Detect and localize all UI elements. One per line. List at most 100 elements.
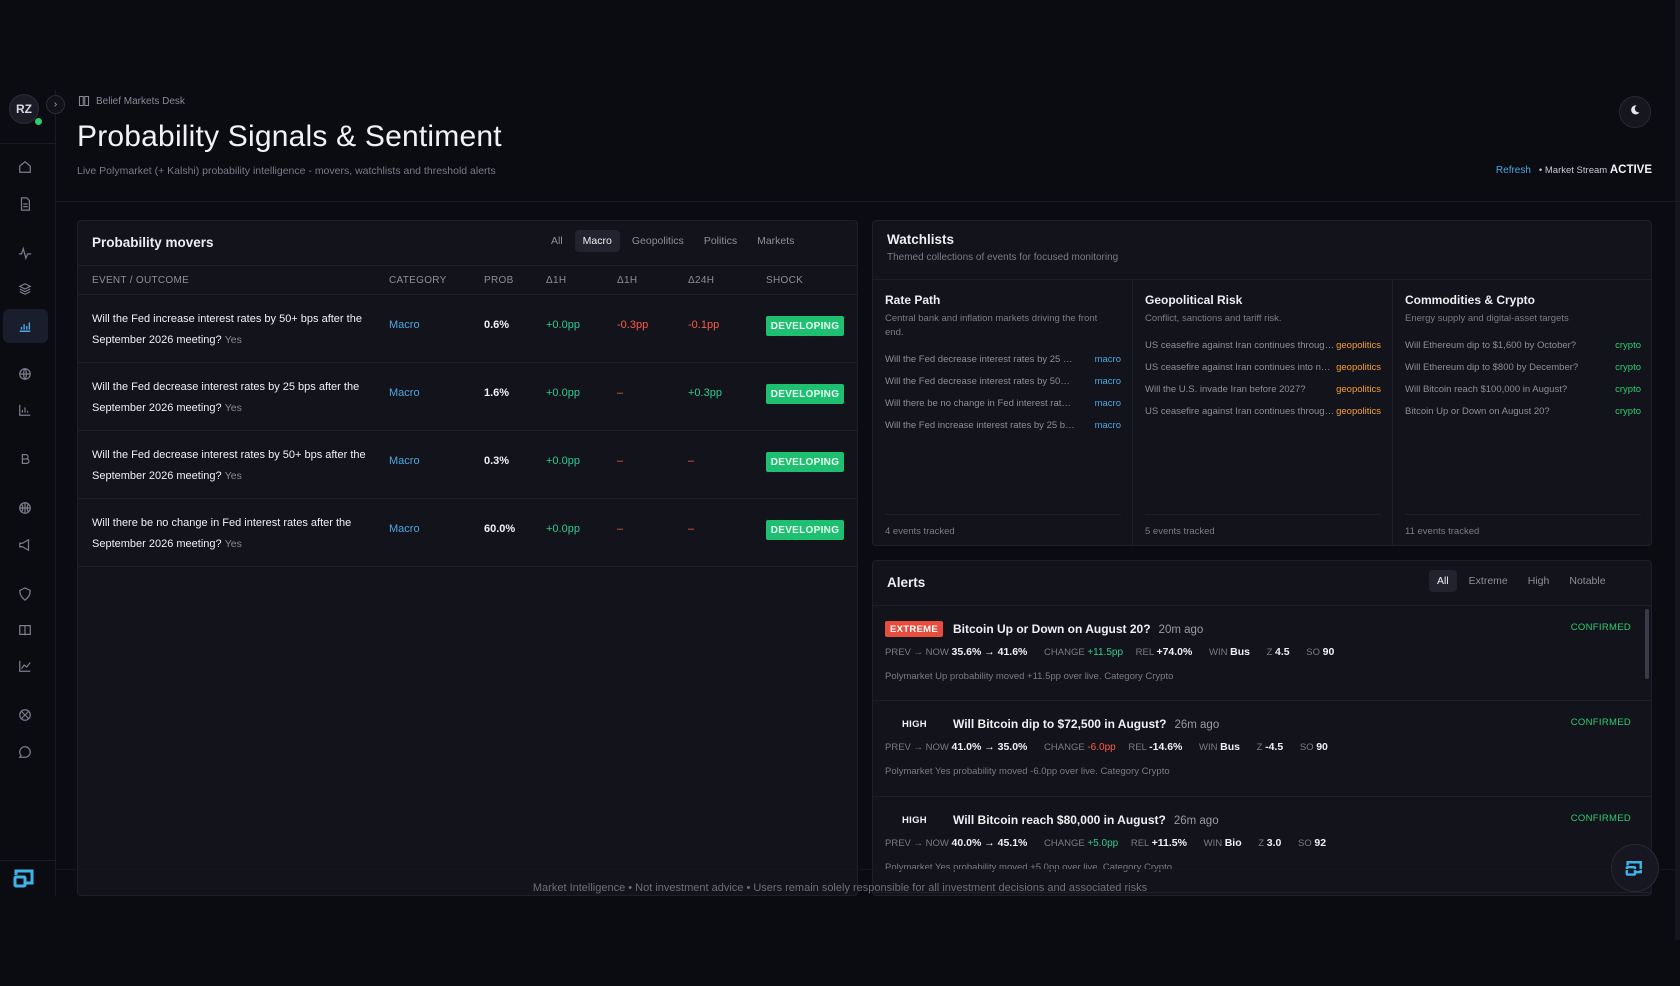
filter-geopolitics[interactable]: Geopolitics bbox=[624, 230, 692, 252]
watchlist-item[interactable]: Will Ethereum dip to $800 by December? cr… bbox=[1405, 362, 1641, 373]
bitcoin-icon[interactable] bbox=[14, 448, 36, 470]
event-question: Will there be no change in Fed interest … bbox=[92, 513, 382, 555]
item-name: US ceasefire against Iran continues thro… bbox=[1145, 406, 1335, 417]
analytics-icon[interactable] bbox=[14, 399, 36, 421]
watchlist-item[interactable]: Will the Fed decrease interest rates by … bbox=[885, 354, 1121, 365]
outcome-label: Yes bbox=[224, 334, 242, 346]
filter-extreme[interactable]: Extreme bbox=[1461, 570, 1516, 592]
watchlist-item[interactable]: US ceasefire against Iran continues thro… bbox=[1145, 406, 1381, 417]
label-prev-now: PREV → NOW bbox=[885, 647, 949, 658]
item-tag: macro bbox=[1094, 354, 1121, 365]
breadcrumb[interactable]: Belief Markets Desk bbox=[78, 95, 185, 107]
filter-notable[interactable]: Notable bbox=[1561, 570, 1613, 592]
table-row[interactable]: Will there be no change in Fed interest … bbox=[78, 499, 857, 567]
table-row[interactable]: Will the Fed decrease interest rates by … bbox=[78, 363, 857, 431]
col-prob[interactable]: PROB bbox=[484, 275, 514, 286]
panel-subtitle: Themed collections of events for focused… bbox=[887, 252, 1119, 263]
category-tag[interactable]: Macro bbox=[389, 455, 420, 467]
alert-item[interactable]: HIGH Will Bitcoin reach $80,000 in Augus… bbox=[873, 797, 1651, 893]
shock-badge: DEVELOPING bbox=[766, 520, 844, 540]
item-name: Will the Fed decrease interest rates by … bbox=[885, 354, 1075, 365]
with-value: Bus bbox=[1220, 741, 1240, 753]
watchlist-item[interactable]: Bitcoin Up or Down on August 20? crypto bbox=[1405, 406, 1641, 417]
item-name: Will Bitcoin reach $100,000 in August? bbox=[1405, 384, 1568, 395]
layers-icon[interactable] bbox=[14, 278, 36, 300]
filter-macro[interactable]: Macro bbox=[574, 230, 620, 252]
filter-all[interactable]: All bbox=[1429, 570, 1457, 592]
shock-badge: DEVELOPING bbox=[766, 316, 844, 336]
prob-value: 0.3% bbox=[484, 455, 510, 467]
table-row[interactable]: Will the Fed increase interest rates by … bbox=[78, 295, 857, 363]
item-tag: crypto bbox=[1615, 340, 1641, 351]
filter-high[interactable]: High bbox=[1520, 570, 1558, 592]
watchlist-item[interactable]: Will the Fed increase interest rates by … bbox=[885, 420, 1121, 431]
z-value: 3.0 bbox=[1266, 837, 1282, 849]
alert-status: CONFIRMED bbox=[1570, 622, 1631, 633]
col-delta-1[interactable]: Δ1H bbox=[546, 275, 566, 286]
basketball-icon[interactable] bbox=[14, 497, 36, 519]
book-icon[interactable] bbox=[14, 619, 36, 641]
refresh-button[interactable]: Refresh bbox=[1496, 165, 1531, 176]
theme-toggle-button[interactable] bbox=[1619, 96, 1651, 128]
alert-title-text: Bitcoin Up or Down on August 20? bbox=[953, 622, 1151, 636]
home-icon[interactable] bbox=[14, 156, 36, 178]
filter-all[interactable]: All bbox=[543, 230, 571, 252]
col-event[interactable]: EVENT / OUTCOME bbox=[92, 275, 189, 286]
outcome-label: Yes bbox=[224, 538, 242, 550]
rel-value: -14.6% bbox=[1149, 741, 1183, 753]
watchlist-item[interactable]: Will the Fed decrease interest rates by … bbox=[885, 376, 1121, 387]
globe-icon[interactable] bbox=[14, 363, 36, 385]
alert-item[interactable]: HIGH Will Bitcoin dip to $72,500 in Augu… bbox=[873, 701, 1651, 797]
app-logo-icon bbox=[1625, 861, 1642, 876]
trend-icon[interactable] bbox=[14, 655, 36, 677]
label-with: WIN bbox=[1203, 838, 1223, 849]
watchlist-item[interactable]: Will the U.S. invade Iran before 2027? ge… bbox=[1145, 384, 1381, 395]
label-change: CHANGE bbox=[1044, 647, 1085, 658]
delta-2-value: -0.3pp bbox=[617, 319, 649, 331]
delta-24h-value: – bbox=[688, 455, 695, 467]
bar-chart-icon[interactable] bbox=[14, 315, 36, 337]
item-tag: macro bbox=[1094, 420, 1121, 431]
label-with: WIN bbox=[1209, 647, 1228, 658]
category-tag[interactable]: Macro bbox=[389, 319, 420, 331]
category-tag[interactable]: Macro bbox=[389, 523, 420, 535]
alert-item[interactable]: EXTREME Bitcoin Up or Down on August 20?… bbox=[873, 605, 1651, 701]
alerts-panel: Alerts All Extreme High Notable EXTREME … bbox=[872, 560, 1652, 896]
col-category[interactable]: CATEGORY bbox=[389, 275, 447, 286]
watchlist-geopolitical-risk[interactable]: Geopolitical Risk Conflict, sanctions an… bbox=[1133, 280, 1393, 546]
alert-description: Polymarket Yes probability moved +5.0pp … bbox=[885, 862, 1172, 873]
alert-stats: PREV → NOW 35.6% → 41.6% CHANGE +11.5pp … bbox=[885, 646, 1348, 658]
watchlist-item[interactable]: Will there be no change in Fed interest … bbox=[885, 398, 1121, 409]
watchlist-item[interactable]: Will Bitcoin reach $100,000 in August? cr… bbox=[1405, 384, 1641, 395]
expand-sidebar-button[interactable]: › bbox=[46, 95, 65, 114]
shield-icon[interactable] bbox=[14, 583, 36, 605]
col-delta-2[interactable]: Δ1H bbox=[617, 275, 637, 286]
stream-label: • Market Stream bbox=[1538, 165, 1608, 176]
activity-icon[interactable] bbox=[14, 242, 36, 264]
watchlist-title: Geopolitical Risk bbox=[1145, 293, 1243, 307]
label-z: Z bbox=[1258, 838, 1265, 849]
item-name: US ceasefire against Iran continues into… bbox=[1145, 362, 1335, 373]
table-row[interactable]: Will the Fed decrease interest rates by … bbox=[78, 431, 857, 499]
document-icon[interactable] bbox=[14, 193, 36, 215]
filter-markets[interactable]: Markets bbox=[749, 230, 802, 252]
col-delta-24h[interactable]: Δ24H bbox=[688, 275, 714, 286]
z-value: -4.5 bbox=[1265, 741, 1284, 753]
shock-badge: DEVELOPING bbox=[766, 384, 844, 404]
watchlist-commodities-crypto[interactable]: Commodities & Crypto Energy supply and d… bbox=[1393, 280, 1653, 546]
label-with: WIN bbox=[1199, 742, 1218, 753]
settings-icon[interactable] bbox=[14, 704, 36, 726]
alert-title: Will Bitcoin dip to $72,500 in August? 26… bbox=[953, 717, 1219, 731]
sidebar-header: RZ › bbox=[0, 90, 65, 144]
watchlist-item[interactable]: US ceasefire against Iran continues into… bbox=[1145, 362, 1381, 373]
category-tag[interactable]: Macro bbox=[389, 387, 420, 399]
chat-icon[interactable] bbox=[14, 741, 36, 763]
watchlist-rate-path[interactable]: Rate Path Central bank and inflation mar… bbox=[873, 280, 1133, 546]
filter-politics[interactable]: Politics bbox=[696, 230, 745, 252]
megaphone-icon[interactable] bbox=[14, 534, 36, 556]
watchlist-item[interactable]: Will Ethereum dip to $1,600 by October? c… bbox=[1405, 340, 1641, 351]
probability-movers-panel: Probability movers All Macro Geopolitics… bbox=[77, 220, 858, 896]
so-value: 90 bbox=[1316, 741, 1328, 753]
col-shock[interactable]: SHOCK bbox=[766, 275, 803, 286]
watchlist-item[interactable]: US ceasefire against Iran continues thro… bbox=[1145, 340, 1381, 351]
